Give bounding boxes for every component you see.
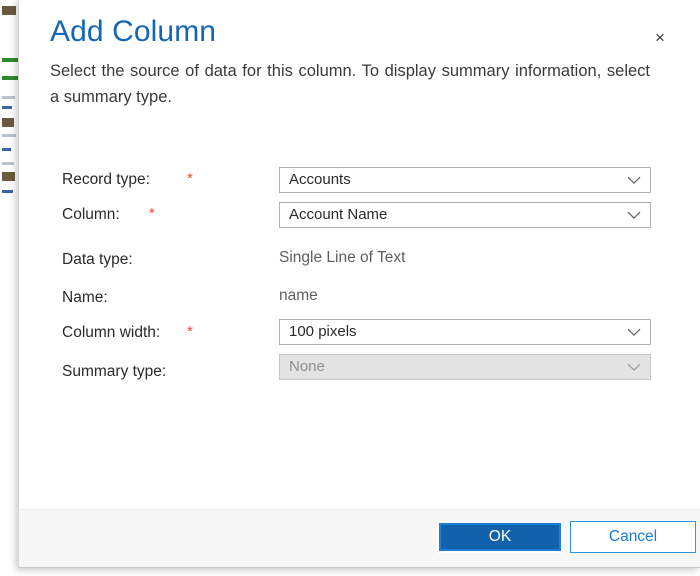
data-type-value: Single Line of Text — [279, 249, 406, 266]
dialog-header: Add Column — [50, 14, 680, 50]
dialog-description-text: Select the source of data for this colum… — [50, 62, 650, 106]
cancel-button[interactable]: Cancel — [570, 521, 696, 553]
column-width-dropdown[interactable]: 100 pixels — [279, 319, 651, 345]
column-dropdown[interactable]: Account Name — [279, 202, 651, 228]
data-type-label: Data type: — [62, 251, 133, 268]
summary-type-dropdown[interactable]: None — [279, 354, 651, 380]
chevron-down-icon — [626, 207, 642, 223]
dialog-footer: OK Cancel — [19, 509, 700, 567]
record-type-required-marker: * — [187, 170, 193, 187]
column-value: Account Name — [289, 206, 388, 223]
column-label: Column: — [62, 206, 120, 223]
column-required-marker: * — [149, 205, 155, 222]
add-column-dialog: Add Column × Select the source of data f… — [18, 0, 700, 568]
summary-type-label: Summary type: — [62, 363, 167, 380]
close-icon[interactable]: × — [647, 24, 673, 50]
record-type-dropdown[interactable]: Accounts — [279, 167, 651, 193]
name-value: name — [279, 287, 318, 304]
ok-button[interactable]: OK — [437, 521, 563, 553]
page-title: Add Column — [50, 15, 217, 48]
column-width-value: 100 pixels — [289, 323, 357, 340]
summary-type-value: None — [289, 358, 325, 375]
record-type-value: Accounts — [289, 171, 351, 188]
record-type-label: Record type: — [62, 171, 150, 188]
column-width-label: Column width: — [62, 324, 161, 341]
chevron-down-icon — [626, 324, 642, 340]
dialog-description: Select the source of data for this colum… — [50, 58, 650, 110]
chevron-down-icon — [626, 172, 642, 188]
chevron-down-icon — [626, 359, 642, 375]
column-width-required-marker: * — [187, 323, 193, 340]
name-label: Name: — [62, 289, 108, 306]
background-content-strip — [0, 0, 18, 576]
